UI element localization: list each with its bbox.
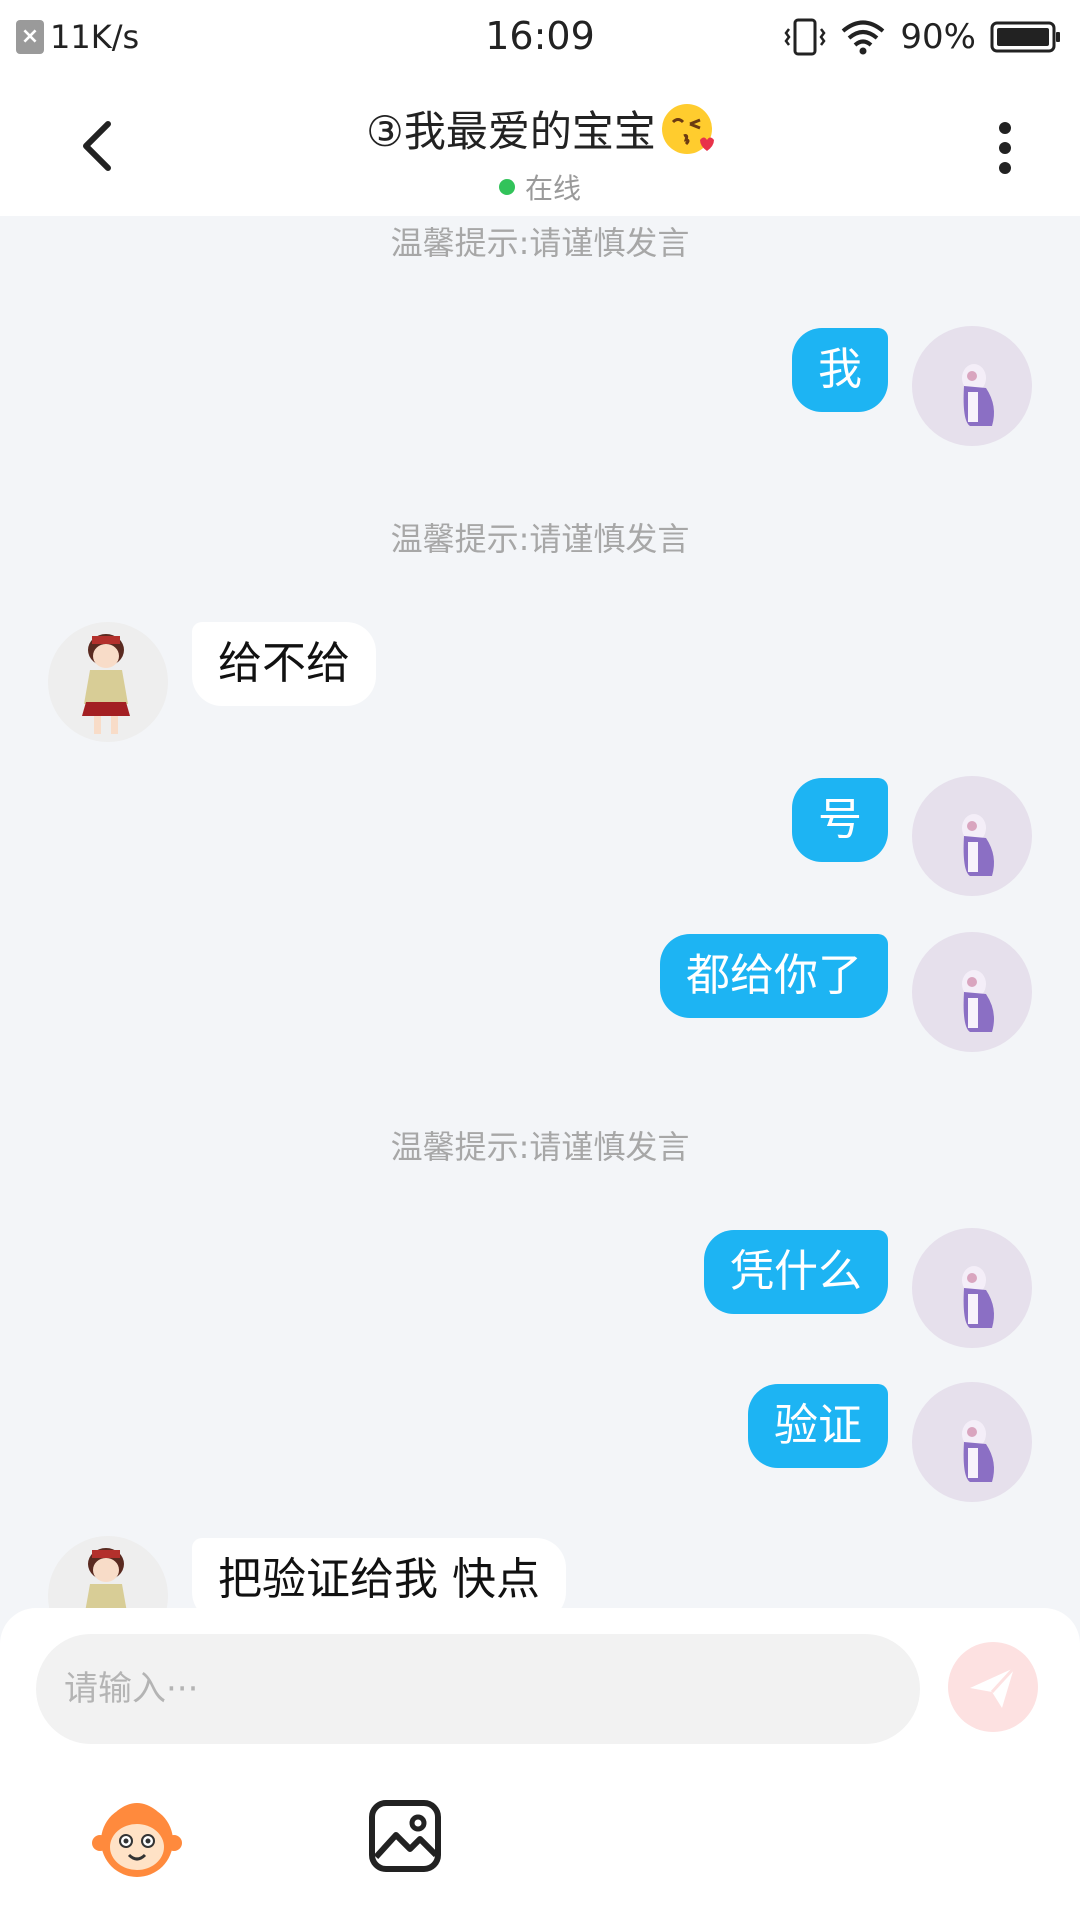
status-bar: × 11K/s 16:09 90% [0,0,1080,74]
send-icon [970,1666,1016,1708]
my-avatar-figure-icon [962,364,994,426]
my-avatar[interactable] [912,1382,1032,1502]
online-status-text: 在线 [524,172,581,205]
monkey-emoji-icon[interactable] [92,1793,182,1883]
chat-title: ③我最爱的宝宝 [366,98,714,159]
status-right: 90% [784,14,1062,60]
battery-icon [990,21,1060,53]
my-avatar[interactable] [912,326,1032,446]
my-avatar[interactable] [912,776,1032,896]
contact-avatar-figure-icon [82,634,130,734]
contact-message-bubble[interactable]: 给不给 [192,622,376,706]
my-message-bubble[interactable]: 我 [792,328,888,412]
my-message-bubble[interactable]: 都给你了 [660,934,888,1018]
my-avatar-figure-icon [962,814,994,876]
my-avatar-figure-icon [962,1420,994,1482]
my-message-bubble[interactable]: 验证 [748,1384,888,1468]
image-icon[interactable] [362,1793,452,1883]
wifi-icon [842,20,885,55]
my-avatar-figure-icon [962,1266,994,1328]
my-avatar[interactable] [912,932,1032,1052]
chat-header: ③我最爱的宝宝 在线 [0,74,1080,216]
more-vertical-icon[interactable] [990,116,1020,180]
online-dot-icon [498,179,515,195]
online-status: 在线 [498,167,581,207]
my-avatar[interactable] [912,1228,1032,1348]
system-tip: 温馨提示:请谨慎发言 [390,224,690,262]
title-block: ③我最爱的宝宝 在线 [0,98,1080,207]
composer-panel [0,1608,1080,1920]
battery-percent: 90% [900,17,976,57]
send-button[interactable] [948,1642,1038,1732]
system-tip: 温馨提示:请谨慎发言 [390,520,690,558]
chat-screen: × 11K/s 16:09 90% ③我最爱的宝宝 在线 温馨提示:请谨慎发言 … [0,0,1080,1920]
my-message-bubble[interactable]: 凭什么 [704,1230,888,1314]
chat-title-text: ③我最爱的宝宝 [366,107,656,156]
message-input[interactable] [36,1634,920,1744]
system-tip: 温馨提示:请谨慎发言 [390,1128,690,1166]
vibrate-icon [784,18,826,56]
kiss-emoji-icon [661,103,714,154]
my-avatar-figure-icon [962,970,994,1032]
my-message-bubble[interactable]: 号 [792,778,888,862]
contact-avatar[interactable] [48,622,168,742]
